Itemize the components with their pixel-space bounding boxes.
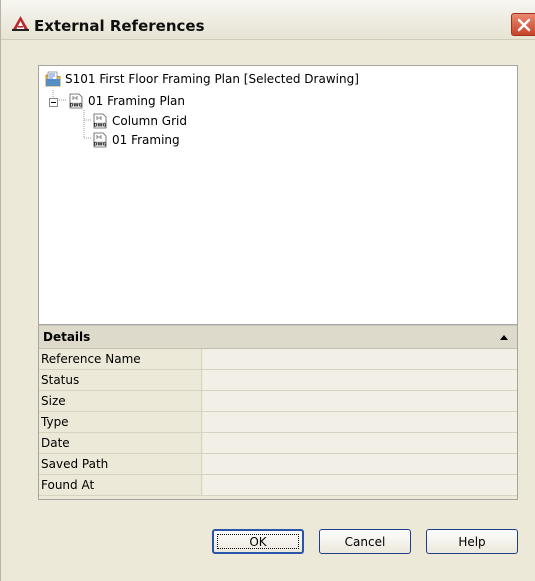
property-value [203,412,517,432]
property-name: Type [39,412,202,432]
property-row-size: Size [39,391,517,412]
details-header[interactable]: Details [39,325,517,349]
details-title: Details [43,330,91,344]
property-name: Date [39,433,202,453]
property-value [203,475,517,495]
dwg-file-icon: DWG [68,93,84,109]
tree-item-column-grid[interactable]: DWG Column Grid [92,111,187,130]
drawing-folder-icon [45,71,61,87]
title-bar[interactable]: External References [1,0,535,40]
close-button[interactable] [511,13,535,36]
property-value [203,349,517,369]
svg-text:DWG: DWG [94,141,107,147]
dialog-title: External References [34,17,205,35]
tree-root-item[interactable]: S101 First Floor Framing Plan [Selected … [45,69,359,88]
ok-button[interactable]: OK [212,529,304,554]
property-value [203,370,517,390]
property-row-type: Type [39,412,517,433]
collapse-toggle-icon[interactable] [49,96,58,107]
tree-item-label: 01 Framing [112,132,180,147]
property-row-reference-name: Reference Name [39,349,517,370]
property-row-date: Date [39,433,517,454]
help-button[interactable]: Help [426,529,518,554]
help-button-label: Help [458,534,486,549]
dwg-file-icon: DWG [92,113,108,129]
property-row-saved-path: Saved Path [39,454,517,475]
reference-tree[interactable]: S101 First Floor Framing Plan [Selected … [38,65,518,325]
svg-text:DWG: DWG [70,102,83,108]
property-value [203,454,517,474]
cancel-button[interactable]: Cancel [319,529,411,554]
property-row-found-at: Found At [39,475,517,496]
focus-rectangle [217,534,299,549]
property-name: Status [39,370,202,390]
property-row-status: Status [39,370,517,391]
dwg-file-icon: DWG [92,132,108,148]
property-value [203,433,517,453]
property-value [203,391,517,411]
property-name: Saved Path [39,454,202,474]
property-name: Found At [39,475,202,495]
collapse-up-icon[interactable] [500,335,508,340]
property-name: Reference Name [39,349,202,369]
external-references-dialog: External References S101 First Floor Fra… [0,0,535,581]
tree-item-framing-plan[interactable]: DWG 01 Framing Plan [49,91,185,110]
autocad-app-icon [12,16,29,31]
svg-text:DWG: DWG [94,122,107,128]
property-name: Size [39,391,202,411]
cancel-button-label: Cancel [344,534,386,549]
tree-item-label: 01 Framing Plan [88,93,185,108]
tree-item-label: Column Grid [112,113,187,128]
tree-item-framing[interactable]: DWG 01 Framing [92,130,180,149]
details-panel: Details Reference Name Status Size Type … [38,325,518,500]
tree-root-label: S101 First Floor Framing Plan [Selected … [65,71,359,86]
